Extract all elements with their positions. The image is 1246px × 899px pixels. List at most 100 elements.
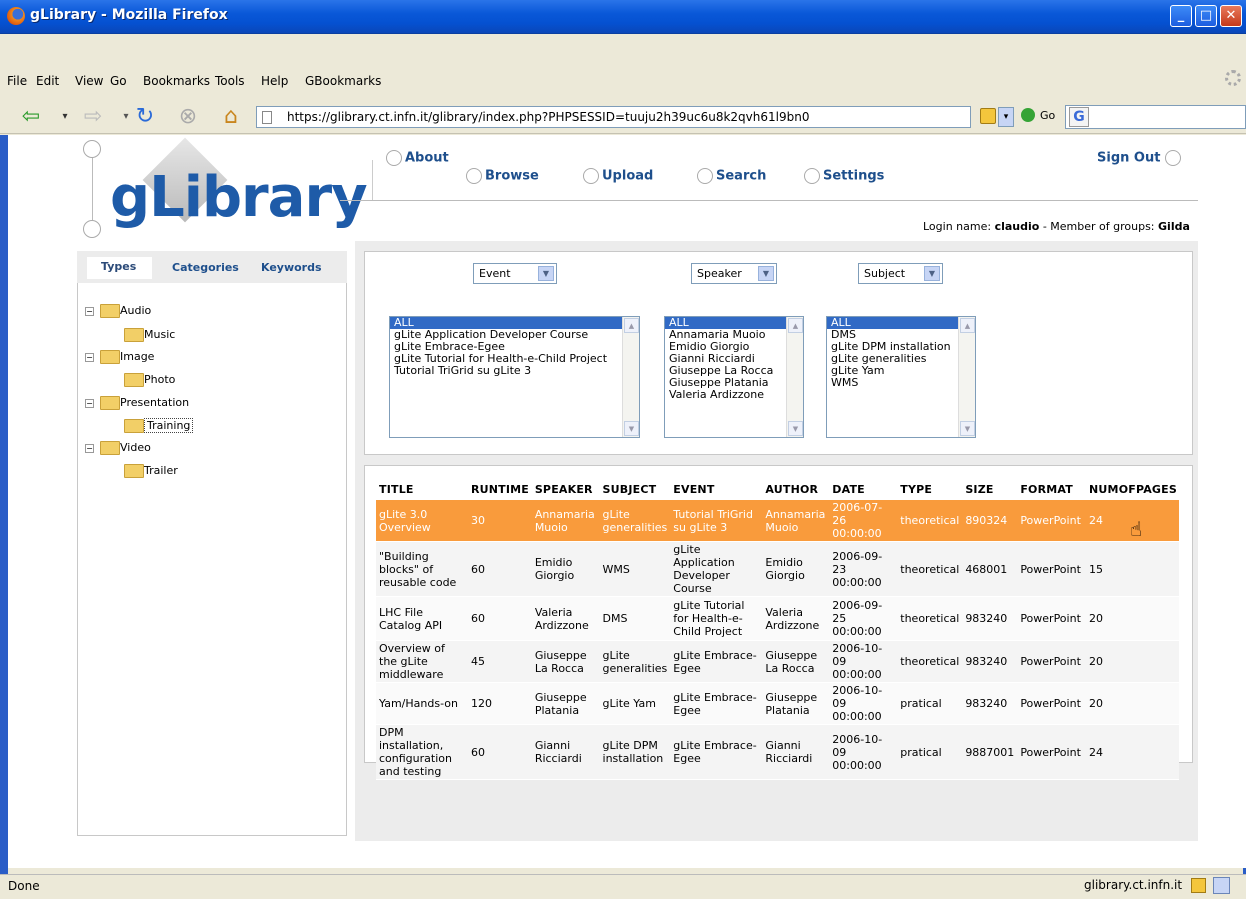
back-arrow-icon[interactable]: ⇦ <box>18 105 44 129</box>
tree-item-photo[interactable]: Photo <box>124 373 175 387</box>
event-listbox[interactable]: ALL gLite Application Developer Course g… <box>389 316 640 438</box>
col-type[interactable]: TYPE <box>897 481 962 500</box>
scroll-up-icon[interactable]: ▲ <box>788 318 803 333</box>
search-box[interactable]: G <box>1065 105 1246 129</box>
cell: 45 <box>470 655 485 668</box>
menu-go[interactable]: Go <box>110 74 127 88</box>
speaker-select[interactable]: Speaker ▼ <box>691 263 777 284</box>
nav-search[interactable]: Search <box>697 168 766 184</box>
menu-help[interactable]: Help <box>261 74 288 88</box>
col-numofpages[interactable]: NUMOFPAGES <box>1086 481 1179 500</box>
close-button[interactable]: ✕ <box>1220 5 1242 27</box>
tree-item-training[interactable]: Training <box>124 418 194 433</box>
col-format[interactable]: FORMAT <box>1017 481 1086 500</box>
tab-keywords[interactable]: Keywords <box>261 261 322 274</box>
speaker-listbox[interactable]: ALL Annamaria Muoio Emidio Giorgio Giann… <box>664 316 804 438</box>
table-row[interactable]: Yam/Hands-on 120 Giuseppe Platania gLite Ya… <box>376 682 1179 725</box>
list-option[interactable]: Valeria Ardizzone <box>665 389 803 401</box>
col-author[interactable]: AUTHOR <box>762 481 829 500</box>
event-select[interactable]: Event ▼ <box>473 263 557 284</box>
address-bar[interactable]: https://glibrary.ct.infn.it/glibrary/ind… <box>256 106 971 128</box>
tree-item-audio[interactable]: − Audio <box>85 304 151 318</box>
table-row[interactable]: gLite 3.0 Overview 30 Annamaria Muoio gLite… <box>376 500 1179 542</box>
glibrary-logo[interactable]: gLibrary <box>80 137 368 245</box>
google-icon[interactable]: G <box>1069 107 1089 127</box>
folder-icon <box>100 441 120 455</box>
list-option[interactable]: WMS <box>827 377 975 389</box>
forward-arrow-icon[interactable]: ⇨ <box>80 105 106 129</box>
tab-categories[interactable]: Categories <box>172 261 239 274</box>
menu-bookmarks[interactable]: Bookmarks <box>143 74 210 88</box>
table-row[interactable]: LHC File Catalog API 60 Valeria Ardizzone D… <box>376 596 1179 641</box>
extension-icon[interactable] <box>1213 877 1230 894</box>
padlock-icon[interactable] <box>1191 878 1206 893</box>
nav-about[interactable]: About <box>386 150 449 166</box>
tree-item-presentation[interactable]: − Presentation <box>85 396 189 410</box>
results-table: TITLE RUNTIME SPEAKER SUBJECT EVENT AUTH… <box>376 481 1179 780</box>
col-size[interactable]: SIZE <box>962 481 1017 500</box>
tree-item-trailer[interactable]: Trailer <box>124 464 178 478</box>
list-option[interactable]: Tutorial TriGrid su gLite 3 <box>390 365 639 377</box>
col-date[interactable]: DATE <box>829 481 897 500</box>
menu-file[interactable]: File <box>7 74 27 88</box>
table-row[interactable]: DPM installation, configuration and test… <box>376 724 1179 780</box>
go-icon[interactable] <box>1021 108 1035 122</box>
tree-item-music[interactable]: Music <box>124 328 175 342</box>
tree-item-image[interactable]: − Image <box>85 350 154 364</box>
collapse-icon[interactable]: − <box>85 443 94 453</box>
url-dropdown-icon[interactable]: ▾ <box>998 107 1014 127</box>
tab-types[interactable]: Types <box>87 257 152 279</box>
maximize-button[interactable]: □ <box>1195 5 1217 27</box>
menu-view[interactable]: View <box>75 74 103 88</box>
home-icon[interactable]: ⌂ <box>218 105 244 129</box>
stop-icon[interactable]: ⊗ <box>175 105 201 129</box>
scroll-down-icon[interactable]: ▼ <box>624 421 639 436</box>
nav-sign-out[interactable]: Sign Out <box>1097 150 1184 166</box>
padlock-icon[interactable] <box>980 108 996 124</box>
collapse-icon[interactable]: − <box>85 398 94 408</box>
scrollbar[interactable]: ▲ ▼ <box>786 317 803 437</box>
logo-ring <box>83 220 101 238</box>
scroll-down-icon[interactable]: ▼ <box>788 421 803 436</box>
chevron-down-icon[interactable]: ▼ <box>538 266 554 281</box>
col-event[interactable]: EVENT <box>670 481 762 500</box>
nav-upload[interactable]: Upload <box>583 168 653 184</box>
back-dropdown-icon[interactable]: ▾ <box>52 105 78 129</box>
col-title[interactable]: TITLE <box>376 481 468 500</box>
firefox-icon <box>7 7 25 25</box>
subject-listbox[interactable]: ALL DMS gLite DPM installation gLite gen… <box>826 316 976 438</box>
col-speaker[interactable]: SPEAKER <box>532 481 600 500</box>
go-button[interactable]: Go <box>1040 109 1055 122</box>
collapse-icon[interactable]: − <box>85 306 94 316</box>
minimize-button[interactable]: _ <box>1170 5 1192 27</box>
event-select-label: Event <box>479 267 511 280</box>
cell: 2006-10-09 00:00:00 <box>832 642 883 681</box>
scrollbar[interactable]: ▲ ▼ <box>958 317 975 437</box>
url-text[interactable]: https://glibrary.ct.infn.it/glibrary/ind… <box>287 110 809 124</box>
tree-item-video[interactable]: − Video <box>85 441 151 455</box>
scrollbar[interactable]: ▲ ▼ <box>622 317 639 437</box>
subject-select[interactable]: Subject ▼ <box>858 263 943 284</box>
cell: Overview of the gLite middleware <box>379 642 445 681</box>
table-row[interactable]: Overview of the gLite middleware 45 Giusep… <box>376 640 1179 683</box>
reload-icon[interactable]: ↻ <box>132 105 158 129</box>
nav-browse[interactable]: Browse <box>466 168 539 184</box>
cell: 30 <box>470 514 485 527</box>
table-row[interactable]: "Building blocks" of reusable code 60 Emid… <box>376 541 1179 597</box>
subject-select-label: Subject <box>864 267 906 280</box>
collapse-icon[interactable]: − <box>85 352 94 362</box>
scroll-down-icon[interactable]: ▼ <box>960 421 975 436</box>
col-runtime[interactable]: RUNTIME <box>468 481 532 500</box>
menu-tools[interactable]: Tools <box>215 74 245 88</box>
menu-edit[interactable]: Edit <box>36 74 59 88</box>
nav-settings[interactable]: Settings <box>804 168 884 184</box>
folder-icon <box>124 464 144 478</box>
speaker-select-label: Speaker <box>697 267 742 280</box>
col-subject[interactable]: SUBJECT <box>600 481 671 500</box>
chevron-down-icon[interactable]: ▼ <box>924 266 940 281</box>
menu-gbookmarks[interactable]: GBookmarks <box>305 74 381 88</box>
chevron-down-icon[interactable]: ▼ <box>758 266 774 281</box>
scroll-up-icon[interactable]: ▲ <box>960 318 975 333</box>
cell: PowerPoint <box>1020 697 1081 710</box>
scroll-up-icon[interactable]: ▲ <box>624 318 639 333</box>
